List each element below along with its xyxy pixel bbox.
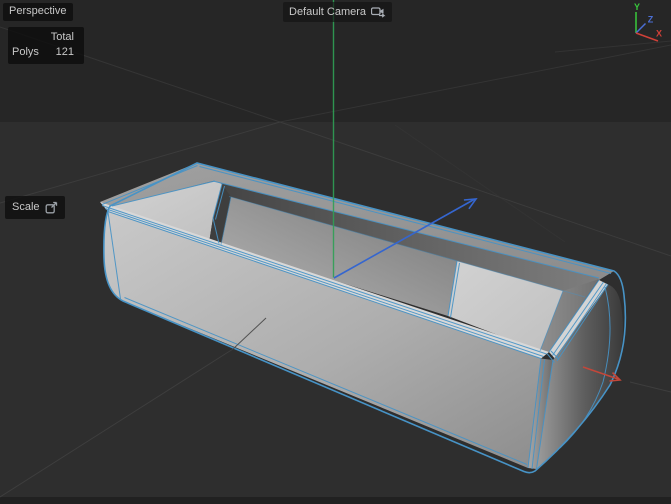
scene-svg: Y Z X [0,0,671,504]
gizmo-x-label: X [656,29,662,39]
tool-indicator-label: Scale [12,201,40,213]
3d-viewport[interactable]: Y Z X Perspective Total Polys 121 Defaul… [0,0,671,504]
stats-polys-value: 121 [55,46,74,58]
tool-indicator: Scale [5,196,65,219]
stats-polys-row: Polys 121 [8,45,84,60]
camera-switch-icon [371,7,386,18]
stats-total-header: Total [50,31,74,43]
scale-lock-icon [45,201,57,214]
stats-header-row: Total [8,30,84,45]
stats-hud: Total Polys 121 [8,27,84,64]
gizmo-y-label: Y [634,2,640,12]
camera-menu[interactable]: Default Camera [283,2,393,22]
camera-menu-label: Default Camera [289,5,367,18]
gizmo-z-label: Z [648,15,654,25]
viewport-bottom-strip [0,497,671,504]
view-menu[interactable]: Perspective [3,3,74,21]
stats-polys-label: Polys [12,46,39,58]
